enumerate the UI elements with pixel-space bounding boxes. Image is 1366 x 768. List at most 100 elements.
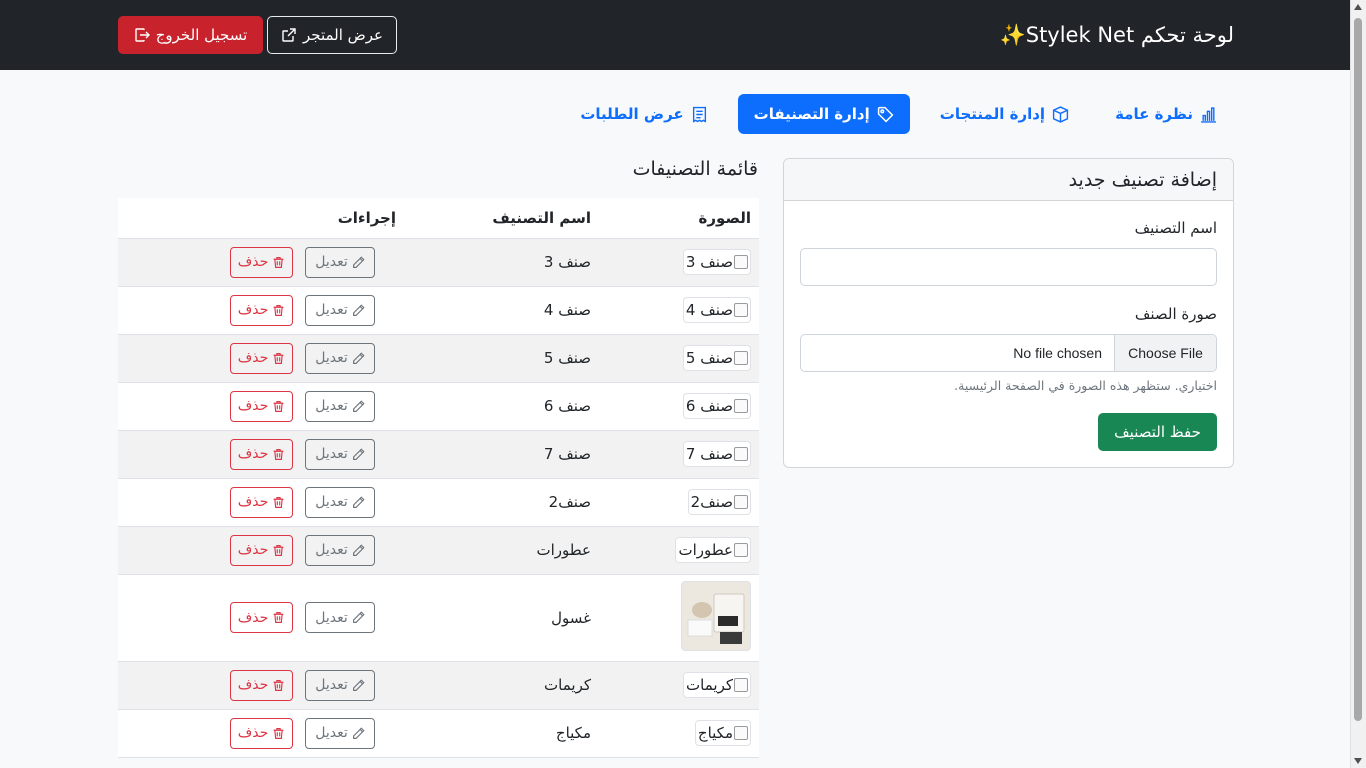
image-alt-text: عطورات [678, 541, 733, 559]
edit-button[interactable]: تعديل [305, 717, 375, 749]
cell-image: صنف 5 [599, 334, 759, 383]
delete-label: حذف [237, 609, 269, 626]
cell-image [599, 574, 759, 662]
edit-label: تعديل [315, 446, 348, 462]
delete-button[interactable]: حذف [230, 486, 293, 518]
cell-image: صنف 3 [599, 238, 759, 287]
column-header-name: اسم التصنيف [404, 198, 599, 239]
edit-button[interactable]: تعديل [305, 390, 375, 422]
tab-categories[interactable]: إدارة التصنيفات [737, 94, 910, 134]
cell-name: غسول [404, 574, 599, 662]
trash-icon [273, 256, 284, 268]
table-row: صنف 3 صنف 3 تعديل حذف [118, 238, 759, 287]
cell-image: مكياج [599, 709, 759, 758]
category-image-label: صورة الصنف [1134, 305, 1217, 323]
image-alt-text: صنف 6 [685, 397, 733, 415]
delete-label: حذف [237, 542, 269, 558]
trash-icon [273, 304, 284, 316]
delete-button[interactable]: حذف [230, 602, 293, 633]
scroll-up-arrow-icon[interactable] [1354, 4, 1362, 10]
scroll-down-arrow-icon[interactable] [1354, 758, 1362, 764]
table-row: كريمات كريمات تعديل حذف [118, 661, 759, 710]
table-row: صنف 7 صنف 7 تعديل حذف [118, 430, 759, 479]
delete-button[interactable]: حذف [230, 390, 293, 422]
tab-overview[interactable]: نظرة عامة [1099, 94, 1233, 134]
bar-chart-icon [1201, 106, 1216, 123]
image-alt-text: صنف 3 [685, 253, 733, 271]
trash-icon [273, 612, 284, 623]
cell-name: صنف2 [404, 478, 599, 527]
edit-button[interactable]: تعديل [305, 534, 375, 566]
edit-button[interactable]: تعديل [305, 294, 375, 326]
category-image-file-input[interactable]: Choose File No file chosen [800, 334, 1217, 372]
row-actions: تعديل حذف [126, 294, 375, 326]
category-list-title: قائمة التصنيفات [632, 158, 758, 180]
edit-button[interactable]: تعديل [305, 246, 375, 278]
tab-orders[interactable]: عرض الطلبات [564, 94, 723, 134]
edit-label: تعديل [315, 609, 348, 626]
view-store-button[interactable]: عرض المتجر [267, 16, 397, 54]
broken-image: صنف 5 [682, 345, 751, 371]
delete-button[interactable]: حذف [230, 246, 293, 278]
trash-icon [273, 496, 284, 508]
pencil-icon [352, 611, 365, 623]
cell-name: صنف 5 [404, 334, 599, 383]
pencil-icon [352, 255, 365, 268]
cell-name: عطورات [404, 526, 599, 575]
broken-image: مكياج [694, 720, 751, 746]
cell-actions: تعديل حذف [118, 430, 404, 479]
edit-button[interactable]: تعديل [305, 486, 375, 518]
brand[interactable]: لوحة تحكم Stylek Net✨ [994, 20, 1234, 50]
category-name-label: اسم التصنيف [1134, 219, 1217, 237]
broken-image: صنف 6 [682, 393, 751, 419]
row-actions: تعديل حذف [126, 717, 375, 749]
pencil-icon [352, 447, 365, 460]
edit-button[interactable]: تعديل [305, 438, 375, 470]
delete-button[interactable]: حذف [230, 294, 293, 326]
delete-button[interactable]: حذف [230, 438, 293, 470]
category-name-input[interactable] [800, 248, 1217, 286]
delete-label: حذف [237, 677, 269, 693]
table-row: صنف 4 صنف 4 تعديل حذف [118, 286, 759, 335]
card-title: إضافة تصنيف جديد [1068, 168, 1217, 191]
tab-products[interactable]: إدارة المنتجات [924, 94, 1085, 134]
image-alt-text: مكياج [697, 724, 733, 742]
cell-actions: تعديل حذف [118, 382, 404, 431]
tag-icon [877, 106, 894, 122]
row-actions: تعديل حذف [126, 390, 375, 422]
save-category-button[interactable]: حفظ التصنيف [1098, 413, 1217, 451]
cell-actions: تعديل حذف [118, 286, 404, 335]
trash-icon [273, 448, 284, 460]
vertical-scrollbar[interactable] [1350, 0, 1366, 768]
pencil-icon [352, 303, 365, 316]
row-actions: تعديل حذف [126, 669, 375, 701]
image-alt-text: صنف 7 [685, 445, 733, 463]
cell-name: صنف 4 [404, 286, 599, 335]
delete-button[interactable]: حذف [230, 342, 293, 374]
choose-file-button[interactable]: Choose File [1114, 335, 1216, 371]
scroll-thumb[interactable] [1354, 18, 1362, 721]
logout-button[interactable]: تسجيل الخروج [118, 16, 263, 54]
row-actions: تعديل حذف [126, 342, 375, 374]
cell-image: صنف 7 [599, 430, 759, 479]
column-header-actions: إجراءات [118, 198, 404, 239]
pencil-icon [352, 726, 365, 739]
row-actions: تعديل حذف [126, 534, 375, 566]
row-actions: تعديل حذف [126, 486, 375, 518]
broken-image: صنف 4 [682, 297, 751, 323]
table-row: صنف 5 صنف 5 تعديل حذف [118, 334, 759, 383]
trash-icon [273, 352, 284, 364]
delete-button[interactable]: حذف [230, 534, 293, 566]
row-actions: تعديل حذف [126, 246, 375, 278]
row-actions: تعديل حذف [126, 602, 375, 633]
cell-actions: تعديل حذف [118, 709, 404, 758]
cell-actions: تعديل حذف [118, 574, 404, 662]
cell-name: صنف 7 [404, 430, 599, 479]
edit-button[interactable]: تعديل [305, 669, 375, 701]
edit-button[interactable]: تعديل [305, 602, 375, 633]
delete-button[interactable]: حذف [230, 717, 293, 749]
cell-name: كريمات [404, 661, 599, 710]
pencil-icon [352, 543, 365, 556]
delete-button[interactable]: حذف [230, 669, 293, 701]
edit-button[interactable]: تعديل [305, 342, 375, 374]
